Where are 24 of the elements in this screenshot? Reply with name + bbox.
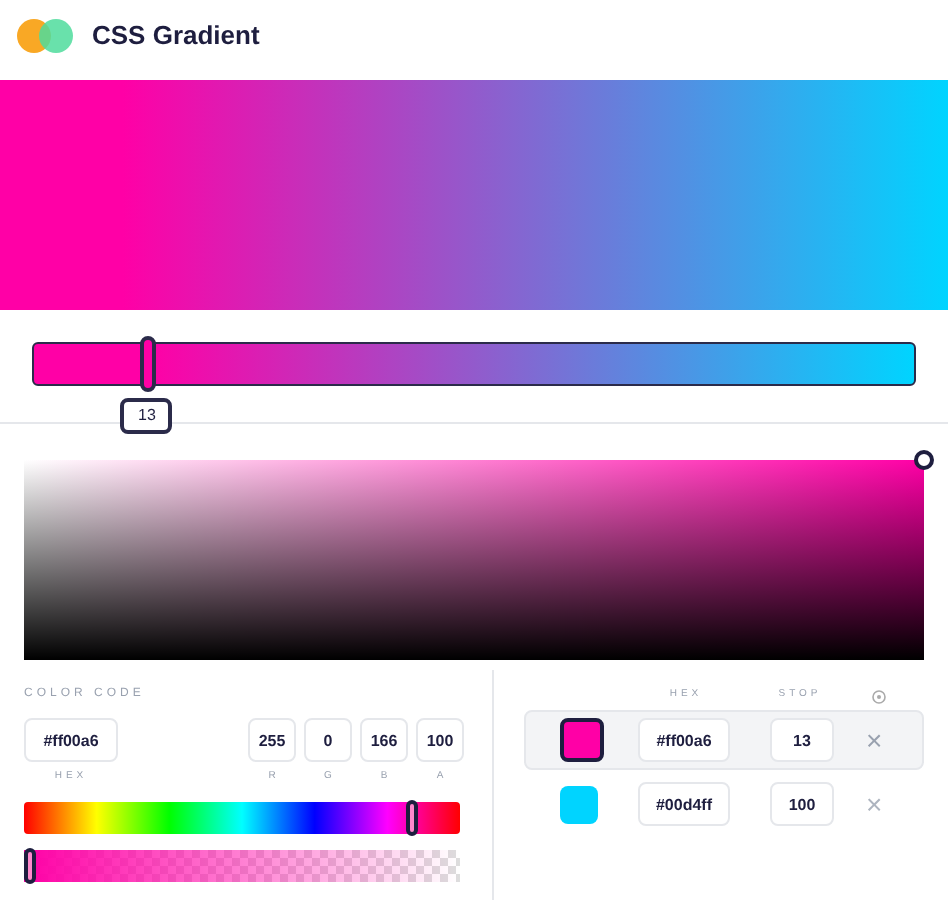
stop-input[interactable]: 100 [770, 782, 834, 826]
slider-handle[interactable] [406, 799, 419, 835]
hue-slider[interactable] [24, 801, 460, 833]
stop-position-label: 13 [120, 398, 173, 434]
color-swatch[interactable] [560, 718, 604, 762]
channel-input[interactable]: 166 [360, 718, 408, 762]
picker-handle[interactable] [914, 450, 934, 470]
alpha-slider[interactable] [24, 849, 460, 881]
stop-input[interactable]: 13 [770, 718, 834, 762]
hex-input[interactable]: #00d4ff [638, 782, 730, 826]
channel-input[interactable]: 255 [248, 718, 296, 762]
app-title: CSS Gradient [92, 18, 260, 55]
channel-input[interactable]: 0 [304, 718, 352, 762]
gradient-bar[interactable] [32, 342, 916, 386]
color-stop-row[interactable]: #ff00a6 13 × [524, 710, 924, 770]
color-picker-area[interactable] [24, 460, 924, 660]
hex-input[interactable]: #ff00a6 [638, 718, 730, 762]
color-swatch[interactable] [560, 785, 598, 823]
stop-handle[interactable] [140, 336, 157, 392]
hex-input[interactable]: #ff00a6 [24, 718, 118, 762]
slider-handle[interactable] [24, 847, 36, 883]
color-stop-row[interactable]: #00d4ff 100 × [524, 774, 924, 834]
channel-input[interactable]: 100 [416, 718, 464, 762]
logo-icon [16, 18, 76, 54]
